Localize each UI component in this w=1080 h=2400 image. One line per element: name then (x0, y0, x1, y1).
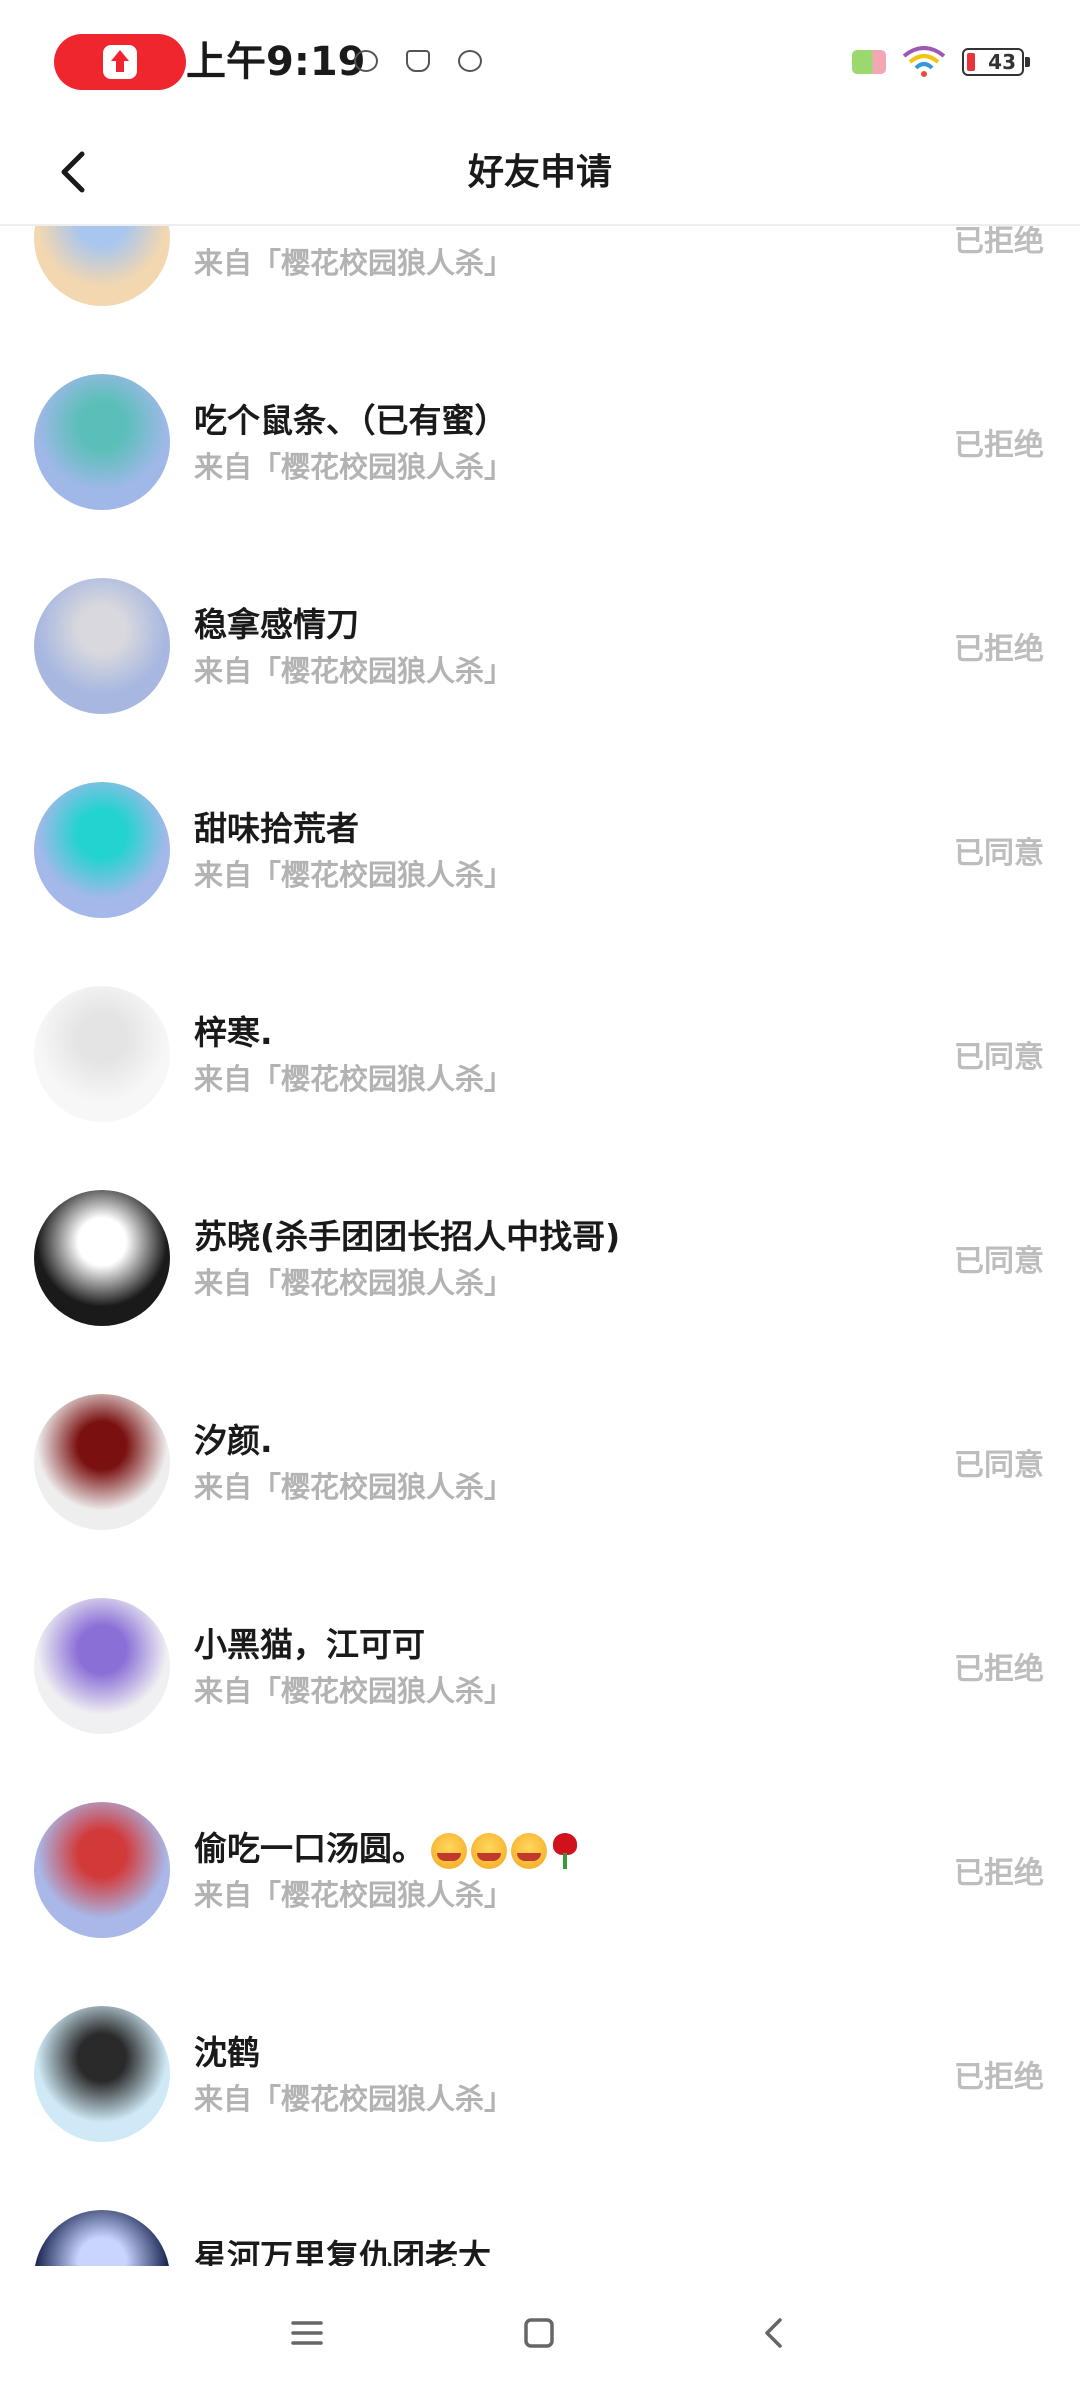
notification-icon (458, 50, 482, 72)
avatar[interactable] (34, 986, 170, 1122)
friend-request-row[interactable]: 沈鹤来自「樱花校园狼人杀」 已拒绝 (0, 1972, 1080, 2176)
request-name-text: 梓寒. (194, 1013, 273, 1052)
wifi-icon (902, 46, 946, 78)
avatar[interactable] (34, 1394, 170, 1530)
request-name-text: 吃个鼠条、（已有蜜） (194, 401, 508, 440)
avatar[interactable] (34, 1190, 170, 1326)
smiling-face-with-hearts-icon (471, 1832, 507, 1869)
request-name: 偷吃一口汤圆。 (194, 1822, 579, 1870)
request-source: 来自「樱花校园狼人杀」 (194, 1266, 514, 1300)
screen-record-icon (103, 45, 137, 79)
request-name: 稳拿感情刀 (194, 598, 359, 646)
notification-icons (354, 50, 482, 72)
avatar[interactable] (34, 2006, 170, 2142)
friend-request-row[interactable]: 吃个鼠条、（已有蜜） 来自「樱花校园狼人杀」 已拒绝 (0, 340, 1080, 544)
friend-request-row[interactable]: 梓寒. 来自「樱花校园狼人杀」 已同意 (0, 952, 1080, 1156)
friend-request-row[interactable]: 苏晓(杀手团团长招人中找哥) 来自「樱花校园狼人杀」 已同意 (0, 1156, 1080, 1360)
request-name-text: 偷吃一口汤圆。 (194, 1829, 425, 1868)
friend-request-row[interactable]: 甜味拾荒者来自「樱花校园狼人杀」 已同意 (0, 748, 1080, 952)
home-button[interactable] (512, 2306, 566, 2360)
avatar[interactable] (34, 226, 170, 306)
notification-icon (354, 50, 378, 72)
request-name: 梓寒. (194, 1006, 273, 1054)
friend-request-row[interactable]: 星河万里复仇团老大来自「樱花校园狼人杀」 (0, 2176, 1080, 2266)
friend-request-list[interactable]: 来自「樱花校园狼人杀」 已拒绝 吃个鼠条、（已有蜜） 来自「樱花校园狼人杀」 已拒绝 稳拿… (0, 226, 1080, 2266)
request-source: 来自「樱花校园狼人杀」 (194, 2082, 514, 2116)
request-source: 来自「樱花校园狼人杀」 (194, 1470, 514, 1504)
avatar[interactable] (34, 2210, 170, 2266)
request-status: 已拒绝 (954, 632, 1044, 667)
avatar[interactable] (34, 1802, 170, 1938)
request-name-text: 汐颜. (194, 1421, 273, 1460)
request-status: 已同意 (954, 836, 1044, 871)
friend-request-row[interactable]: 稳拿感情刀来自「樱花校园狼人杀」 已拒绝 (0, 544, 1080, 748)
request-source: 来自「樱花校园狼人杀」 (194, 1674, 514, 1708)
home-icon (524, 2318, 554, 2348)
screen-record-indicator[interactable] (54, 34, 186, 90)
smiling-face-with-hearts-icon (511, 1832, 547, 1869)
request-name-text: 沈鹤 (194, 2033, 260, 2072)
request-name: 沈鹤 (194, 2026, 260, 2074)
header: 好友申请 (0, 120, 1080, 226)
request-name: 汐颜. (194, 1414, 273, 1462)
name-emojis (431, 1832, 579, 1869)
request-source: 来自「樱花校园狼人杀」 (194, 450, 514, 484)
friend-request-row[interactable]: 偷吃一口汤圆。来自「樱花校园狼人杀」 已拒绝 (0, 1768, 1080, 1972)
request-source: 来自「樱花校园狼人杀」 (194, 858, 514, 892)
request-name-text: 苏晓(杀手团团长招人中找哥) (194, 1217, 621, 1256)
nav-back-button[interactable] (748, 2306, 802, 2360)
notification-icon (406, 50, 430, 72)
request-name-text: 稳拿感情刀 (194, 605, 359, 644)
request-source: 来自「樱花校园狼人杀」 (194, 654, 514, 688)
request-name: 小黑猫，江可可 (194, 1618, 425, 1666)
request-status: 已拒绝 (954, 1652, 1044, 1687)
status-right-icons: 43 (852, 44, 1030, 80)
rose-icon (551, 1832, 579, 1869)
request-status: 已拒绝 (954, 428, 1044, 463)
request-status: 已拒绝 (954, 226, 1044, 259)
status-bar: 上午9:19 43 (0, 0, 1080, 120)
request-name: 星河万里复仇团老大 (194, 2230, 491, 2266)
menu-icon (291, 2321, 323, 2345)
request-name-text: 甜味拾荒者 (194, 809, 359, 848)
request-name: 吃个鼠条、（已有蜜） (194, 394, 508, 442)
request-status: 已同意 (954, 1244, 1044, 1279)
request-source: 来自「樱花校园狼人杀」 (194, 1062, 514, 1096)
page-title: 好友申请 (467, 152, 612, 193)
request-name-text: 小黑猫，江可可 (194, 1625, 425, 1664)
request-source: 来自「樱花校园狼人杀」 (194, 246, 514, 280)
request-source: 来自「樱花校园狼人杀」 (194, 1878, 514, 1912)
menu-button[interactable] (280, 2306, 334, 2360)
status-time: 上午9:19 (186, 39, 366, 85)
request-name: 苏晓(杀手团团长招人中找哥) (194, 1210, 620, 1258)
avatar[interactable] (34, 578, 170, 714)
back-icon (765, 2318, 782, 2348)
friend-request-row[interactable]: 来自「樱花校园狼人杀」 已拒绝 (0, 226, 1080, 340)
request-status: 已同意 (954, 1448, 1044, 1483)
request-status: 已拒绝 (954, 1856, 1044, 1891)
friend-request-row[interactable]: 汐颜. 来自「樱花校园狼人杀」 已同意 (0, 1360, 1080, 1564)
avatar[interactable] (34, 374, 170, 510)
battery-icon: 43 (962, 48, 1030, 76)
smiling-face-with-hearts-icon (431, 1832, 467, 1869)
request-name: 甜味拾荒者 (194, 802, 359, 850)
avatar[interactable] (34, 1598, 170, 1734)
sim-card-icon (852, 50, 886, 74)
navigation-bar (0, 2266, 1080, 2400)
avatar[interactable] (34, 782, 170, 918)
request-status: 已同意 (954, 1040, 1044, 1075)
friend-request-row[interactable]: 小黑猫，江可可来自「樱花校园狼人杀」 已拒绝 (0, 1564, 1080, 1768)
request-name-text: 星河万里复仇团老大 (194, 2237, 491, 2266)
request-status: 已拒绝 (954, 2060, 1044, 2095)
